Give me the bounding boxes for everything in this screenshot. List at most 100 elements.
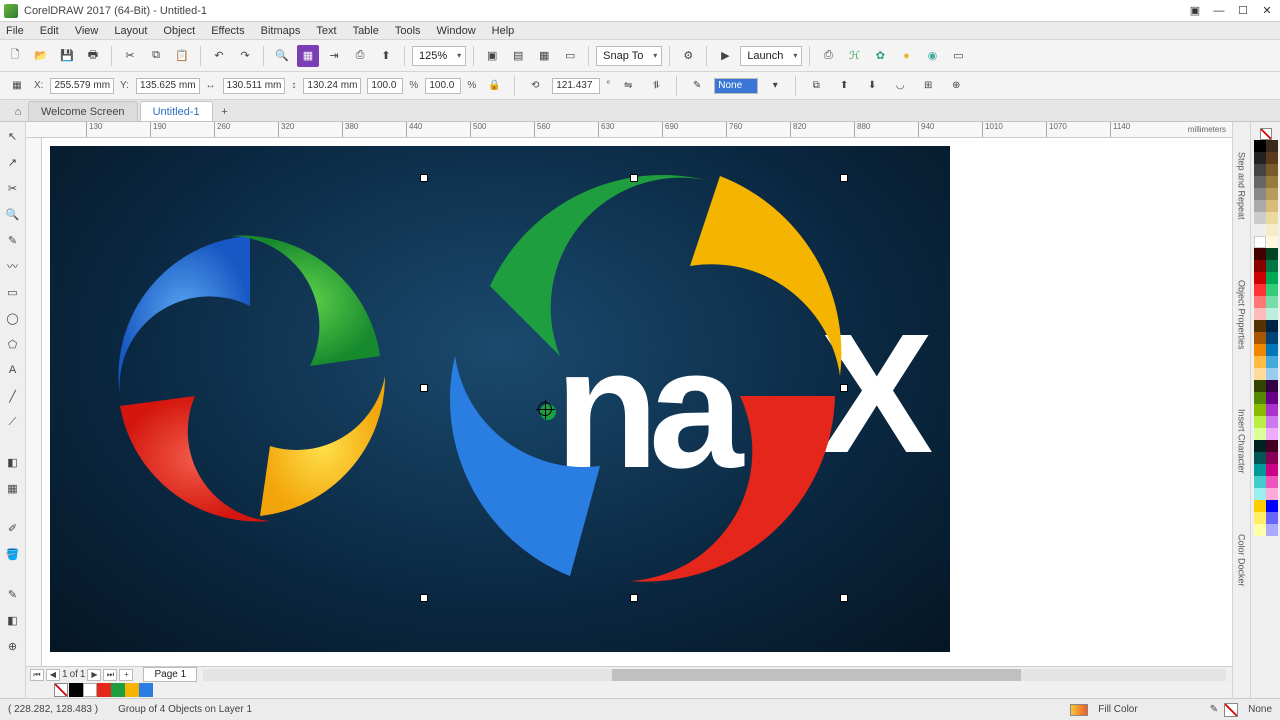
menu-window[interactable]: Window — [437, 25, 476, 37]
smartfill-icon[interactable]: ◧ — [3, 610, 23, 630]
sel-handle-nw[interactable] — [420, 174, 428, 182]
wrap-text-icon[interactable]: ⧉ — [805, 75, 827, 97]
menu-text[interactable]: Text — [316, 25, 336, 37]
convert-curves-icon[interactable]: ◡ — [889, 75, 911, 97]
zoom-level[interactable]: 125% — [412, 46, 466, 66]
menu-object[interactable]: Object — [163, 25, 195, 37]
page-tab-1[interactable]: Page 1 — [143, 667, 197, 682]
new-tab-icon[interactable]: + — [215, 103, 235, 121]
print-icon[interactable]: 🖶 — [82, 45, 104, 67]
fill-tool-icon[interactable]: 🪣 — [3, 544, 23, 564]
home-tab-icon[interactable]: ⌂ — [8, 103, 28, 121]
app1-icon[interactable]: ⎙ — [817, 45, 839, 67]
app3-icon[interactable]: ✿ — [869, 45, 891, 67]
palette-yellow[interactable] — [125, 683, 139, 697]
swirl-left[interactable] — [100, 226, 400, 526]
eyedropper-icon[interactable]: ✐ — [3, 518, 23, 538]
menu-layout[interactable]: Layout — [114, 25, 147, 37]
outline-width-field[interactable]: None — [714, 78, 758, 94]
docker-step-repeat[interactable]: Step and Repeat — [1237, 152, 1247, 220]
nofill-swatch[interactable] — [54, 683, 68, 697]
fill-preview-icon[interactable] — [1070, 704, 1088, 716]
menu-view[interactable]: View — [75, 25, 99, 37]
crop-tool-icon[interactable]: ✂ — [3, 178, 23, 198]
help-popup-icon[interactable]: ▣ — [1186, 4, 1204, 18]
artboard[interactable]: na X — [50, 146, 950, 652]
publish-pdf-icon[interactable]: ⎙ — [349, 45, 371, 67]
options-icon[interactable]: ⚙ — [677, 45, 699, 67]
font-manager-icon[interactable]: ℋ — [843, 45, 865, 67]
palette-black[interactable] — [69, 683, 83, 697]
sel-handle-se[interactable] — [840, 594, 848, 602]
menu-tools[interactable]: Tools — [395, 25, 421, 37]
shape-tool-icon[interactable]: ↗ — [3, 152, 23, 172]
scale-y-field[interactable]: 100.0 — [425, 78, 461, 94]
launch-icon[interactable]: ▶ — [714, 45, 736, 67]
quick-customize-icon[interactable]: ⊕ — [3, 636, 23, 656]
sel-handle-w[interactable] — [420, 384, 428, 392]
tab-welcome[interactable]: Welcome Screen — [28, 101, 138, 121]
sel-handle-n[interactable] — [630, 174, 638, 182]
add-page-button[interactable]: + — [119, 669, 133, 681]
app6-icon[interactable]: ▭ — [947, 45, 969, 67]
canvas[interactable]: na X — [42, 138, 1232, 666]
sel-handle-s[interactable] — [630, 594, 638, 602]
height-field[interactable]: 130.24 mm — [303, 78, 361, 94]
fullscreen-icon[interactable]: ▣ — [481, 45, 503, 67]
palette-red[interactable] — [97, 683, 111, 697]
ellipse-tool-icon[interactable]: ◯ — [3, 308, 23, 328]
save-icon[interactable]: 💾 — [56, 45, 78, 67]
new-doc-icon[interactable]: 🗋 — [4, 45, 26, 67]
width-field[interactable]: 130.511 mm — [223, 78, 286, 94]
scale-x-field[interactable]: 100.0 — [367, 78, 403, 94]
outline-drop-icon[interactable]: ▾ — [764, 75, 786, 97]
angle-field[interactable]: 121.437 — [552, 78, 600, 94]
export-icon[interactable]: ⇥ — [323, 45, 345, 67]
menu-effects[interactable]: Effects — [211, 25, 244, 37]
app4-icon[interactable]: ● — [895, 45, 917, 67]
sel-center-marker[interactable] — [538, 402, 552, 416]
publish-icon[interactable]: ⬆ — [375, 45, 397, 67]
rectangle-tool-icon[interactable]: ▭ — [3, 282, 23, 302]
app5-icon[interactable]: ◉ — [921, 45, 943, 67]
tab-untitled[interactable]: Untitled-1 — [140, 101, 213, 121]
palette-green[interactable] — [111, 683, 125, 697]
add-icon[interactable]: ⊕ — [945, 75, 967, 97]
outline-tool-icon[interactable]: ✎ — [3, 584, 23, 604]
mirror-v-icon[interactable]: ⥮ — [645, 75, 667, 97]
outline-pen-icon[interactable]: ✎ — [1210, 704, 1218, 715]
swirl-right[interactable] — [430, 166, 850, 586]
launch-dropdown[interactable]: Launch — [740, 46, 802, 66]
pos-x-field[interactable]: 255.579 mm — [50, 78, 114, 94]
artistic-media-icon[interactable]: 〰 — [3, 256, 23, 276]
parallel-dim-icon[interactable]: ╱ — [3, 386, 23, 406]
first-page-button[interactable]: ⏮ — [30, 669, 44, 681]
connector-icon[interactable]: ⟋ — [3, 412, 23, 432]
sel-handle-ne[interactable] — [840, 174, 848, 182]
freehand-tool-icon[interactable]: ✎ — [3, 230, 23, 250]
open-icon[interactable]: 📂 — [30, 45, 52, 67]
pick-tool-icon[interactable]: ↖ — [3, 126, 23, 146]
close-button[interactable]: ✕ — [1258, 4, 1276, 18]
prev-page-button[interactable]: ◀ — [46, 669, 60, 681]
show-grid-icon[interactable]: ▦ — [533, 45, 555, 67]
to-back-icon[interactable]: ⬇ — [861, 75, 883, 97]
lock-ratio-icon[interactable]: 🔒 — [483, 75, 505, 97]
docker-object-props[interactable]: Object Properties — [1237, 280, 1247, 350]
hscrollbar[interactable] — [203, 669, 1226, 681]
minimize-button[interactable]: — — [1210, 4, 1228, 18]
zoom-tool-icon[interactable]: 🔍 — [3, 204, 23, 224]
menu-bitmaps[interactable]: Bitmaps — [261, 25, 301, 37]
menu-table[interactable]: Table — [353, 25, 379, 37]
mirror-h-icon[interactable]: ⇋ — [617, 75, 639, 97]
dropshadow-icon[interactable]: ◧ — [3, 452, 23, 472]
docker-insert-char[interactable]: Insert Character — [1237, 409, 1247, 474]
paste-icon[interactable]: 📋 — [171, 45, 193, 67]
menu-file[interactable]: File — [6, 25, 24, 37]
search-icon[interactable]: 🔍 — [271, 45, 293, 67]
undo-icon[interactable]: ↶ — [208, 45, 230, 67]
menu-edit[interactable]: Edit — [40, 25, 59, 37]
copy-icon[interactable]: ⧉ — [145, 45, 167, 67]
snap-to-dropdown[interactable]: Snap To — [596, 46, 662, 66]
outline-none-icon[interactable] — [1224, 703, 1238, 717]
